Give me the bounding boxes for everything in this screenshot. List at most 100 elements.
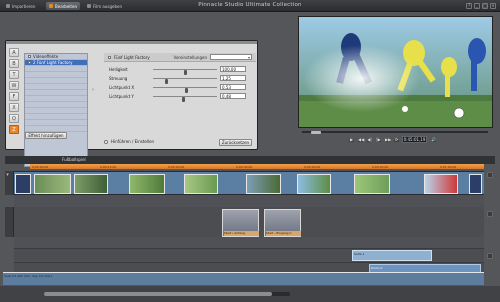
close-button[interactable]: × — [490, 3, 496, 9]
radio-row[interactable]: Hinführen / Einstellen — [104, 139, 154, 144]
video-clip[interactable] — [297, 174, 331, 194]
radio-icon[interactable] — [104, 139, 108, 144]
bottom-bar — [0, 286, 500, 302]
lock-icon[interactable]: ▾ — [4, 172, 11, 179]
param-label: Helligkeit — [109, 67, 128, 72]
title-clip-label: Start / Anfang — [224, 231, 259, 236]
filter-tool-button[interactable]: F — [9, 92, 19, 101]
track-scroll-button[interactable] — [487, 253, 493, 259]
video-preview[interactable] — [298, 16, 493, 128]
param-row: Lichtpunkt Y 0,48 — [109, 93, 255, 102]
music-clip-label: Rückruf — [371, 266, 383, 270]
effect-tool-button[interactable]: Z — [9, 125, 19, 134]
next-frame-button[interactable]: |▶ — [375, 136, 382, 143]
video-clip[interactable] — [354, 174, 390, 194]
checkbox-icon[interactable] — [28, 61, 31, 64]
help-button[interactable]: ? — [466, 3, 472, 9]
tab-export[interactable]: Film ausgeben — [84, 2, 125, 10]
maximize-button[interactable]: □ — [482, 3, 488, 9]
param-label: Lichtpunkt X — [109, 85, 135, 90]
quality-tool-button[interactable]: Q — [9, 114, 19, 123]
timeline-scrollbar[interactable] — [44, 292, 290, 296]
transition-tool-button[interactable]: X — [9, 103, 19, 112]
checkbox-icon[interactable] — [28, 55, 31, 58]
video-clip[interactable] — [34, 174, 71, 194]
param-slider[interactable] — [153, 69, 217, 75]
video-track[interactable] — [14, 171, 484, 195]
music-track[interactable]: Rückruf — [14, 262, 484, 273]
param-row: Helligkeit 100,00 — [109, 66, 255, 75]
ruler-tick-label: 0:00:10,00 — [100, 165, 117, 169]
waveform-label: Spiel 04 wäh [Sm. Sep Am Star] — [4, 274, 52, 278]
video-clip[interactable] — [74, 174, 108, 194]
track-header-overlay[interactable] — [5, 207, 14, 237]
title-clip[interactable]: Start / Anfang — [222, 209, 259, 237]
tool-strip: A B T W F X Q Z — [7, 48, 21, 134]
video-clip[interactable] — [246, 174, 281, 194]
video-tool-button[interactable]: A — [9, 48, 19, 57]
param-value-field[interactable]: 100,00 — [220, 66, 246, 72]
param-slider[interactable] — [153, 78, 217, 84]
prev-frame-button[interactable]: ◀| — [366, 136, 373, 143]
audio-clip[interactable]: Seite 1 — [352, 250, 432, 261]
title-tool-button[interactable]: T — [9, 70, 19, 79]
import-icon — [6, 4, 10, 8]
add-effect-button[interactable]: Effekt hinzufügen — [25, 132, 67, 139]
param-slider[interactable] — [153, 96, 217, 102]
ruler-tick-label: 0:00:20,00 — [168, 165, 185, 169]
video-clip[interactable] — [15, 174, 31, 194]
seek-bar[interactable] — [302, 131, 488, 134]
audio-tool-button[interactable]: B — [9, 59, 19, 68]
arrow-right-icon[interactable]: › — [92, 87, 94, 93]
waveform-track[interactable]: Spiel 04 wäh [Sm. Sep Am Star] — [3, 272, 484, 285]
tab-import[interactable]: Importieren — [3, 2, 38, 10]
tab-edit[interactable]: Bearbeiten — [46, 2, 80, 10]
slider-thumb[interactable] — [182, 97, 185, 102]
param-value-field[interactable]: 0,53 — [220, 84, 246, 90]
enable-checkbox[interactable] — [108, 55, 111, 59]
effect-panel: A B T W F X Q Z Videoeffekte 2 Fünf Ligh… — [5, 40, 258, 167]
effect-name: Fünf Light Factory — [114, 54, 150, 60]
param-value-field[interactable]: 0,48 — [220, 93, 246, 99]
effect-item-label: 2 Fünf Light Factory — [33, 60, 73, 65]
param-header: Fünf Light Factory Voreinstellungen ▾ — [104, 53, 256, 62]
export-icon — [87, 4, 91, 8]
audio-track[interactable]: Seite 1 — [14, 248, 484, 261]
param-label: Streuung — [109, 76, 128, 81]
reset-button[interactable]: Zurücksetzen — [219, 139, 252, 146]
preset-select[interactable]: ▾ — [210, 54, 252, 60]
wizard-tool-button[interactable]: W — [9, 81, 19, 90]
seek-knob[interactable] — [311, 131, 321, 134]
top-menu-bar: Importieren Bearbeiten Film ausgeben Pin… — [0, 0, 500, 12]
video-clip[interactable] — [469, 174, 482, 194]
video-clip[interactable] — [184, 174, 218, 194]
rewind-button[interactable]: ◀◀ — [357, 136, 364, 143]
minimize-button[interactable]: _ — [474, 3, 480, 9]
title-track[interactable]: Start / Anfang Start - Eingang C — [14, 207, 484, 237]
video-clip[interactable] — [424, 174, 458, 194]
fast-forward-button[interactable]: ▶▶ — [384, 136, 391, 143]
video-clip[interactable] — [129, 174, 165, 194]
track-scroll-button[interactable] — [487, 211, 493, 217]
title-clip[interactable]: Start - Eingang C — [264, 209, 301, 237]
preset-label: Voreinstellungen — [173, 54, 207, 60]
panel-header — [6, 41, 257, 44]
param-label: Lichtpunkt Y — [109, 94, 134, 99]
timecode-display[interactable]: 0:45:01,19 — [402, 136, 427, 143]
track-scroll-button[interactable] — [487, 172, 493, 178]
effect-item-label: Videoeffekte — [33, 54, 59, 59]
param-slider[interactable] — [153, 87, 217, 93]
play-button[interactable]: ▶ — [348, 136, 355, 143]
radio-label: Hinführen / Einstellen — [111, 139, 155, 144]
volume-button[interactable]: 🔊 — [430, 136, 437, 143]
audio-clip-label: Seite 1 — [354, 252, 365, 256]
soccer-image — [299, 17, 492, 127]
tab-export-label: Film ausgeben — [93, 3, 123, 9]
tab-import-label: Importieren — [12, 3, 36, 9]
scroll-thumb[interactable] — [44, 292, 272, 296]
param-value-field[interactable]: 1,25 — [220, 75, 246, 81]
ruler-tick-label: 0:00:30,00 — [236, 165, 253, 169]
ruler-tick-label: 0:00:40,00 — [304, 165, 321, 169]
ruler-tick-label: 0:00:50,00 — [372, 165, 389, 169]
loop-button[interactable]: ⟳ — [393, 136, 400, 143]
